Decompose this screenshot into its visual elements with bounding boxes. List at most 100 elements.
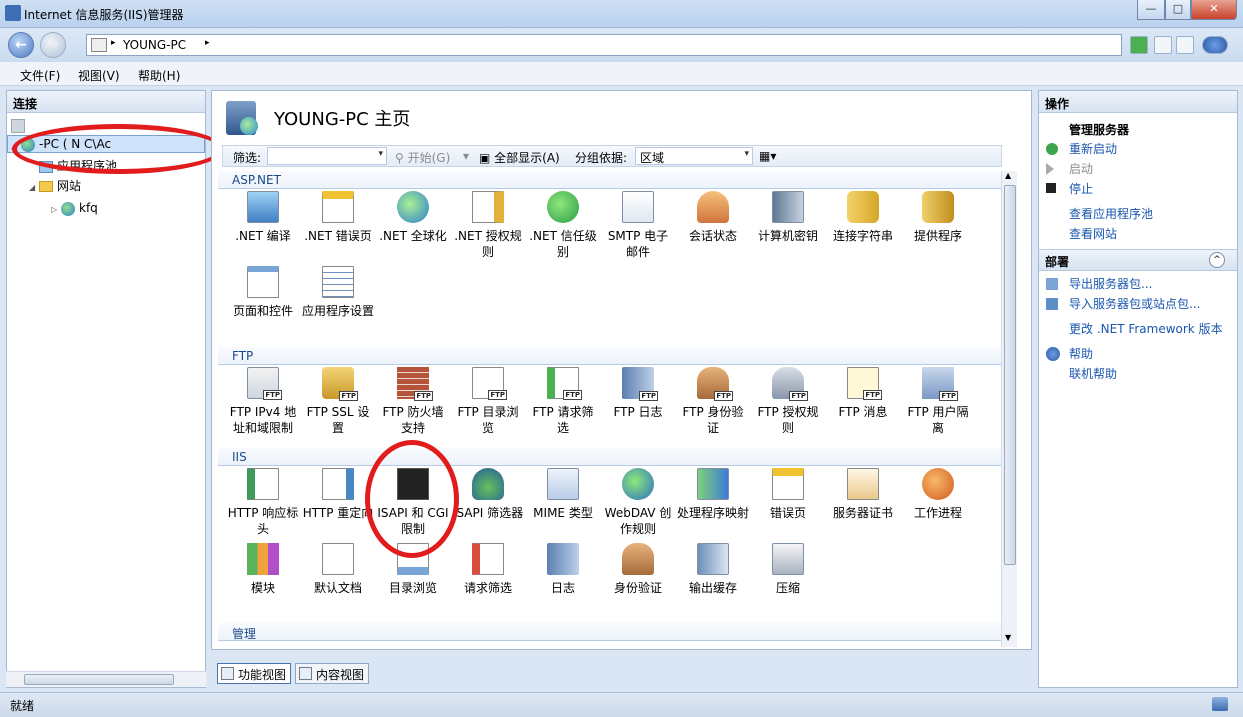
feature-label: MIME 类型: [533, 506, 593, 520]
feature-http-redirect[interactable]: HTTP 重定向: [302, 468, 374, 521]
feature-session-state[interactable]: 会话状态: [677, 191, 749, 244]
connect-icon[interactable]: [11, 119, 25, 133]
feature-connection-strings[interactable]: 连接字符串: [827, 191, 899, 244]
menu-file[interactable]: 文件(F): [14, 67, 66, 84]
feature-server-certificates[interactable]: 服务器证书: [827, 468, 899, 521]
feature-label: 处理程序映射: [677, 506, 750, 520]
back-button[interactable]: ←: [8, 32, 34, 58]
feature-isapi-filters[interactable]: ISAPI 筛选器: [452, 468, 524, 521]
close-button[interactable]: ✕: [1191, 0, 1237, 20]
left-horizontal-scrollbar[interactable]: [6, 671, 206, 687]
globe-icon: [397, 191, 429, 223]
feature-pages-controls[interactable]: 页面和控件: [227, 266, 299, 319]
feature-ftp-authentication[interactable]: FTP 身份验证: [677, 367, 749, 436]
feature-output-caching[interactable]: 输出缓存: [677, 543, 749, 596]
home-icon[interactable]: [1176, 36, 1194, 54]
feature-smtp-email[interactable]: SMTP 电子邮件: [602, 191, 674, 260]
online-help-link[interactable]: 联机帮助: [1069, 365, 1117, 383]
scroll-up-icon[interactable]: ▲: [1005, 171, 1011, 180]
features-scrollbar[interactable]: ▲ ▼: [1001, 171, 1017, 647]
change-net-version-link[interactable]: 更改 .NET Framework 版本: [1069, 320, 1223, 338]
group-by-select[interactable]: 区域 ▾: [635, 147, 753, 165]
import-package-link[interactable]: 导入服务器包或站点包...: [1069, 295, 1200, 313]
feature-ftp-authorization[interactable]: FTP 授权规则: [752, 367, 824, 436]
feature-webdav[interactable]: WebDAV 创作规则: [602, 468, 674, 537]
view-sites-link[interactable]: 查看网站: [1069, 225, 1117, 243]
feature-compression[interactable]: 压缩: [752, 543, 824, 596]
filter-input[interactable]: ▾: [267, 147, 387, 165]
feature-net-trust[interactable]: .NET 信任级别: [527, 191, 599, 260]
restart-link[interactable]: 重新启动: [1069, 140, 1117, 158]
feature-net-error-pages[interactable]: .NET 错误页: [302, 191, 374, 244]
scroll-down-icon[interactable]: ▼: [1005, 633, 1011, 642]
feature-ftp-ssl[interactable]: FTP SSL 设置: [302, 367, 374, 436]
feature-request-filtering[interactable]: 请求筛选: [452, 543, 524, 596]
section-manage-label: 管理: [232, 627, 257, 641]
feature-logging[interactable]: 日志: [527, 543, 599, 596]
section-iis[interactable]: IIS: [218, 448, 1006, 466]
feature-net-compilation[interactable]: .NET 编译: [227, 191, 299, 244]
feature-default-document[interactable]: 默认文档: [302, 543, 374, 596]
feature-label: FTP 用户隔离: [907, 405, 969, 435]
feature-ftp-logging[interactable]: FTP 日志: [602, 367, 674, 420]
breadcrumb-server[interactable]: YOUNG-PC: [123, 38, 186, 52]
feature-http-response-headers[interactable]: HTTP 响应标头: [227, 468, 299, 537]
feature-ftp-request-filtering[interactable]: FTP 请求筛选: [527, 367, 599, 436]
section-aspnet[interactable]: ASP.NET: [218, 171, 1006, 189]
go-dropdown-icon[interactable]: ▾: [463, 149, 469, 163]
view-mode-icon[interactable]: ▦▾: [759, 149, 776, 163]
stop-link[interactable]: 停止: [1069, 180, 1093, 198]
minimize-button[interactable]: —: [1137, 0, 1165, 20]
tree-node-sites[interactable]: ◢ 网站: [29, 177, 81, 195]
feature-ftp-directory-browsing[interactable]: FTP 目录浏览: [452, 367, 524, 436]
feature-ftp-ipv4[interactable]: FTP IPv4 地址和域限制: [227, 367, 299, 436]
address-bar[interactable]: ▸ YOUNG-PC ▸: [86, 34, 1122, 56]
section-manage[interactable]: 管理: [218, 623, 1006, 641]
stop-icon[interactable]: [1154, 36, 1172, 54]
breadcrumb-chevron-icon[interactable]: ▸: [205, 38, 210, 48]
feature-net-authorization[interactable]: .NET 授权规则: [452, 191, 524, 260]
deploy-header[interactable]: 部署 ^: [1039, 249, 1237, 271]
menu-view[interactable]: 视图(V): [72, 67, 126, 84]
server-home-icon: [226, 101, 258, 135]
feature-label: WebDAV 创作规则: [604, 506, 672, 536]
feature-authentication[interactable]: 身份验证: [602, 543, 674, 596]
feature-machine-key[interactable]: 计算机密钥: [752, 191, 824, 244]
section-ftp[interactable]: FTP: [218, 347, 1006, 365]
section-ftp-label: FTP: [232, 349, 254, 363]
feature-net-globalization[interactable]: .NET 全球化: [377, 191, 449, 244]
help-icon[interactable]: [1202, 36, 1228, 54]
go-button[interactable]: ⚲ 开始(G): [395, 149, 450, 166]
title-bar: Internet 信息服务(IIS)管理器 — □ ✕: [0, 0, 1243, 28]
default-document-icon: [322, 543, 354, 575]
menu-help[interactable]: 帮助(H): [132, 67, 186, 84]
log-icon: [547, 543, 579, 575]
collapse-icon[interactable]: ^: [1209, 252, 1225, 268]
scroll-thumb[interactable]: [1004, 185, 1016, 565]
feature-providers[interactable]: 提供程序: [902, 191, 974, 244]
export-package-link[interactable]: 导出服务器包...: [1069, 275, 1152, 293]
feature-ftp-messages[interactable]: FTP 消息: [827, 367, 899, 420]
compression-icon: [772, 543, 804, 575]
feature-ftp-firewall[interactable]: FTP 防火墙支持: [377, 367, 449, 436]
tree-node-kfq[interactable]: ▷ kfq: [51, 199, 98, 217]
feature-error-pages[interactable]: 错误页: [752, 468, 824, 521]
refresh-icon[interactable]: [1130, 36, 1148, 54]
feature-modules[interactable]: 模块: [227, 543, 299, 596]
view-app-pools-link[interactable]: 查看应用程序池: [1069, 205, 1153, 223]
feature-handler-mappings[interactable]: 处理程序映射: [677, 468, 749, 521]
start-link[interactable]: 启动: [1069, 160, 1093, 178]
network-status-icon: [1212, 697, 1228, 711]
feature-ftp-user-isolation[interactable]: FTP 用户隔离: [902, 367, 974, 436]
ftp-browse-icon: [472, 367, 507, 400]
show-all-button[interactable]: ▣ 全部显示(A): [479, 149, 560, 166]
ftp-ip-restriction-icon: [247, 367, 282, 400]
feature-worker-processes[interactable]: 工作进程: [902, 468, 974, 521]
tab-content-view[interactable]: 内容视图: [295, 663, 370, 684]
forward-button[interactable]: →: [40, 32, 66, 58]
tab-features-view[interactable]: 功能视图: [217, 663, 292, 684]
feature-mime-types[interactable]: MIME 类型: [527, 468, 599, 521]
maximize-button[interactable]: □: [1165, 0, 1191, 20]
help-link[interactable]: 帮助: [1069, 345, 1093, 363]
feature-app-settings[interactable]: 应用程序设置: [302, 266, 374, 319]
